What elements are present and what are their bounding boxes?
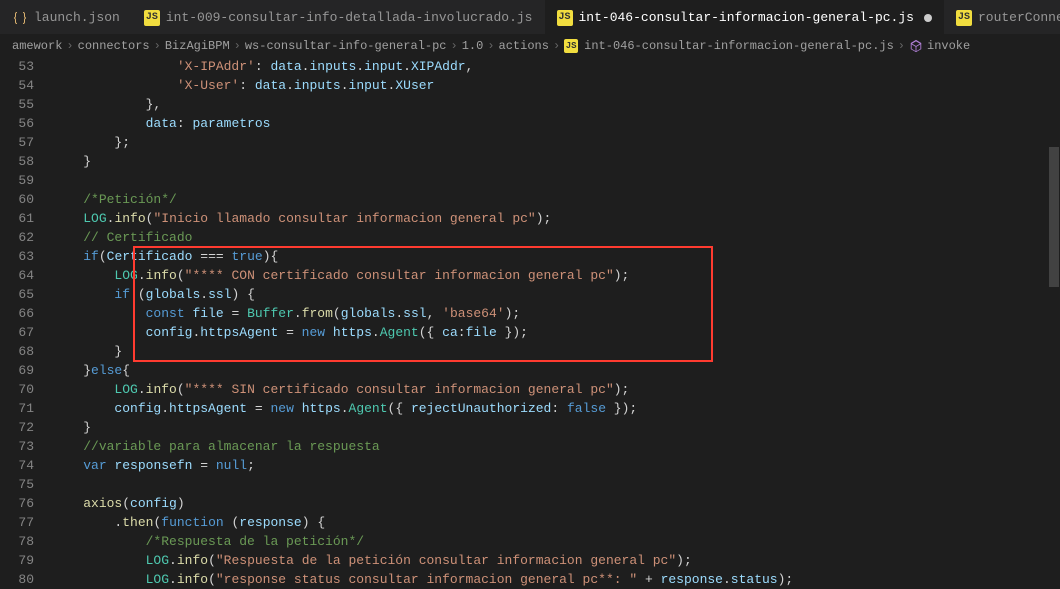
code-line[interactable]: }else{	[52, 361, 1060, 380]
line-number: 54	[0, 76, 34, 95]
line-number: 56	[0, 114, 34, 133]
line-number: 74	[0, 456, 34, 475]
line-number: 75	[0, 475, 34, 494]
line-number: 57	[0, 133, 34, 152]
code-line[interactable]	[52, 171, 1060, 190]
js-icon: JS	[956, 10, 972, 26]
code-line[interactable]: var responsefn = null;	[52, 456, 1060, 475]
code-line[interactable]: if(Certificado === true){	[52, 247, 1060, 266]
breadcrumb-item[interactable]: invoke	[927, 39, 970, 53]
tab-int009[interactable]: JS int-009-consultar-info-detallada-invo…	[132, 0, 545, 35]
tab-routerconnector[interactable]: JS routerConnector.js	[944, 0, 1060, 35]
code-line[interactable]	[52, 475, 1060, 494]
breadcrumb-item[interactable]: actions	[499, 39, 549, 53]
code-line[interactable]: //variable para almacenar la respuesta	[52, 437, 1060, 456]
code-line[interactable]: },	[52, 95, 1060, 114]
line-number: 76	[0, 494, 34, 513]
breadcrumb: amework › connectors › BizAgiBPM › ws-co…	[0, 35, 1060, 57]
tab-label: int-046-consultar-informacion-general-pc…	[579, 10, 914, 25]
line-number: 66	[0, 304, 34, 323]
line-number: 53	[0, 57, 34, 76]
line-number: 79	[0, 551, 34, 570]
code-line[interactable]: }	[52, 418, 1060, 437]
line-number: 78	[0, 532, 34, 551]
dirty-dot-icon	[924, 14, 932, 22]
line-number: 64	[0, 266, 34, 285]
code-line[interactable]: config.httpsAgent = new https.Agent({ ca…	[52, 323, 1060, 342]
code-line[interactable]: LOG.info("response status consultar info…	[52, 570, 1060, 589]
line-number: 55	[0, 95, 34, 114]
code-line[interactable]: LOG.info("Inicio llamado consultar infor…	[52, 209, 1060, 228]
chevron-right-icon: ›	[553, 39, 560, 53]
code-line[interactable]: const file = Buffer.from(globals.ssl, 'b…	[52, 304, 1060, 323]
tab-int046[interactable]: JS int-046-consultar-informacion-general…	[545, 0, 944, 35]
code-area[interactable]: 'X-IPAddr': data.inputs.input.XIPAddr, '…	[52, 57, 1060, 578]
line-number: 65	[0, 285, 34, 304]
breadcrumb-item[interactable]: connectors	[78, 39, 150, 53]
chevron-right-icon: ›	[898, 39, 905, 53]
code-line[interactable]: // Certificado	[52, 228, 1060, 247]
line-number-gutter: 53 54 55 56 57 58 59 60 61 62 63 64 65 6…	[0, 57, 52, 578]
line-number: 70	[0, 380, 34, 399]
chevron-right-icon: ›	[451, 39, 458, 53]
line-number: 72	[0, 418, 34, 437]
method-icon	[909, 39, 923, 53]
line-number: 71	[0, 399, 34, 418]
json-icon	[12, 10, 28, 26]
tab-label: routerConnector.js	[978, 10, 1060, 25]
code-line[interactable]: 'X-IPAddr': data.inputs.input.XIPAddr,	[52, 57, 1060, 76]
vertical-scrollbar[interactable]	[1046, 57, 1060, 578]
line-number: 62	[0, 228, 34, 247]
line-number: 68	[0, 342, 34, 361]
tab-launch-json[interactable]: launch.json	[0, 0, 132, 35]
breadcrumb-item[interactable]: ws-consultar-info-general-pc	[245, 39, 447, 53]
js-icon: JS	[144, 10, 160, 26]
code-line[interactable]: LOG.info("**** CON certificado consultar…	[52, 266, 1060, 285]
code-editor[interactable]: 53 54 55 56 57 58 59 60 61 62 63 64 65 6…	[0, 57, 1060, 578]
line-number: 61	[0, 209, 34, 228]
breadcrumb-item[interactable]: BizAgiBPM	[165, 39, 230, 53]
line-number: 67	[0, 323, 34, 342]
code-line[interactable]: }	[52, 342, 1060, 361]
breadcrumb-item[interactable]: amework	[12, 39, 62, 53]
code-line[interactable]: 'X-User': data.inputs.input.XUser	[52, 76, 1060, 95]
code-line[interactable]: LOG.info("**** SIN certificado consultar…	[52, 380, 1060, 399]
code-line[interactable]: data: parametros	[52, 114, 1060, 133]
line-number: 77	[0, 513, 34, 532]
line-number: 63	[0, 247, 34, 266]
js-icon: JS	[564, 39, 578, 53]
scrollbar-thumb[interactable]	[1049, 147, 1059, 287]
line-number: 73	[0, 437, 34, 456]
line-number: 69	[0, 361, 34, 380]
code-line[interactable]: .then(function (response) {	[52, 513, 1060, 532]
tab-label: int-009-consultar-info-detallada-involuc…	[166, 10, 533, 25]
code-line[interactable]: config.httpsAgent = new https.Agent({ re…	[52, 399, 1060, 418]
tab-bar: launch.json JS int-009-consultar-info-de…	[0, 0, 1060, 35]
code-line[interactable]: /*Petición*/	[52, 190, 1060, 209]
line-number: 80	[0, 570, 34, 589]
code-line[interactable]: if (globals.ssl) {	[52, 285, 1060, 304]
tab-label: launch.json	[34, 10, 120, 25]
breadcrumb-item[interactable]: int-046-consultar-informacion-general-pc…	[584, 39, 894, 53]
line-number: 59	[0, 171, 34, 190]
code-line[interactable]: LOG.info("Respuesta de la petición consu…	[52, 551, 1060, 570]
code-line[interactable]: };	[52, 133, 1060, 152]
chevron-right-icon: ›	[487, 39, 494, 53]
breadcrumb-item[interactable]: 1.0	[462, 39, 484, 53]
chevron-right-icon: ›	[234, 39, 241, 53]
line-number: 58	[0, 152, 34, 171]
code-line[interactable]: axios(config)	[52, 494, 1060, 513]
code-line[interactable]: }	[52, 152, 1060, 171]
code-line[interactable]: /*Respuesta de la petición*/	[52, 532, 1060, 551]
line-number: 60	[0, 190, 34, 209]
chevron-right-icon: ›	[66, 39, 73, 53]
chevron-right-icon: ›	[154, 39, 161, 53]
js-icon: JS	[557, 10, 573, 26]
